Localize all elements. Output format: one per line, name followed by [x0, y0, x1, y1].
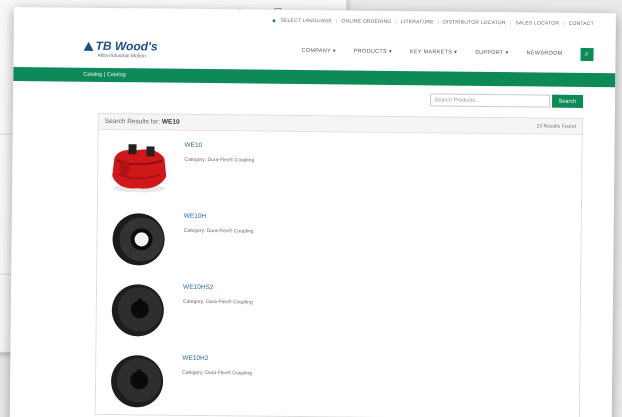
search-placeholder: Search Products...	[434, 96, 480, 104]
search-button[interactable]: Search	[551, 94, 584, 108]
product-image[interactable]	[104, 351, 171, 410]
product-title-link[interactable]: WE10H2	[182, 355, 252, 363]
product-image[interactable]	[105, 280, 172, 339]
logo-text: TB Wood's	[95, 38, 158, 54]
list-item[interactable]: WE10 Category: Dura-Flex® Coupling	[97, 129, 582, 206]
product-image[interactable]	[106, 138, 173, 197]
logo[interactable]: TB Wood's Altra Industrial Motion	[83, 38, 158, 60]
nav-company[interactable]: COMPANY ▾	[301, 48, 335, 54]
breadcrumb-text[interactable]: Catalog | Catalog	[83, 72, 125, 78]
search-input[interactable]: Search Products...	[429, 93, 550, 108]
product-title-link[interactable]: WE10	[185, 142, 255, 150]
results-panel: Search Results for: WE10 23 Results Foun…	[94, 112, 583, 417]
results-prefix: Search Results for:	[104, 117, 161, 126]
utility-link-contact[interactable]: CONTACT	[569, 21, 594, 27]
utility-link-ordering[interactable]: ONLINE ORDERING	[341, 18, 391, 25]
logo-triangle-icon	[83, 41, 94, 51]
product-title-link[interactable]: WE10H	[184, 213, 254, 221]
utility-link-literature[interactable]: LITERATURE	[401, 19, 434, 25]
product-category: Category: Dura-Flex® Coupling	[184, 156, 255, 164]
search-icon[interactable]: ⌕	[580, 47, 594, 61]
results-count: 23 Results Found	[536, 122, 576, 130]
results-query: WE10	[161, 118, 180, 126]
utility-link-sales[interactable]: SALES LOCATOR	[515, 20, 559, 26]
list-item[interactable]: WE10HS2 Category: Dura-Flex® Coupling	[96, 271, 581, 348]
product-category: Category: Dura-Flex® Coupling	[183, 227, 254, 235]
list-item[interactable]: WE10H Category: Dura-Flex® Coupling	[97, 200, 581, 277]
list-item[interactable]: WE10H2 Category: Dura-Flex® Coupling	[95, 342, 580, 417]
product-image[interactable]	[105, 209, 172, 268]
nav-support[interactable]: SUPPORT ▾	[475, 50, 508, 56]
globe-icon: ●	[271, 17, 277, 25]
logo-subtitle: Altra Industrial Motion	[97, 52, 146, 60]
nav-products[interactable]: PRODUCTS ▾	[354, 49, 392, 55]
utility-link-distributor[interactable]: DISTRIBUTOR LOCATOR	[443, 19, 506, 26]
product-category: Category: Dura-Flex® Coupling	[182, 369, 253, 377]
nav-key-markets[interactable]: KEY MARKETS ▾	[410, 49, 457, 55]
product-category: Category: Dura-Flex® Coupling	[182, 298, 253, 306]
nav-newsroom[interactable]: NEWSROOM	[526, 50, 562, 56]
product-title-link[interactable]: WE10HS2	[183, 284, 253, 292]
site-header: TB Wood's Altra Industrial Motion COMPAN…	[13, 29, 615, 73]
utility-link-language[interactable]: SELECT LANGUAGE	[280, 18, 332, 25]
main-page: ● SELECT LANGUAGE | ONLINE ORDERING | LI…	[9, 7, 616, 417]
main-nav: COMPANY ▾ PRODUCTS ▾ KEY MARKETS ▾ SUPPO…	[301, 45, 594, 61]
